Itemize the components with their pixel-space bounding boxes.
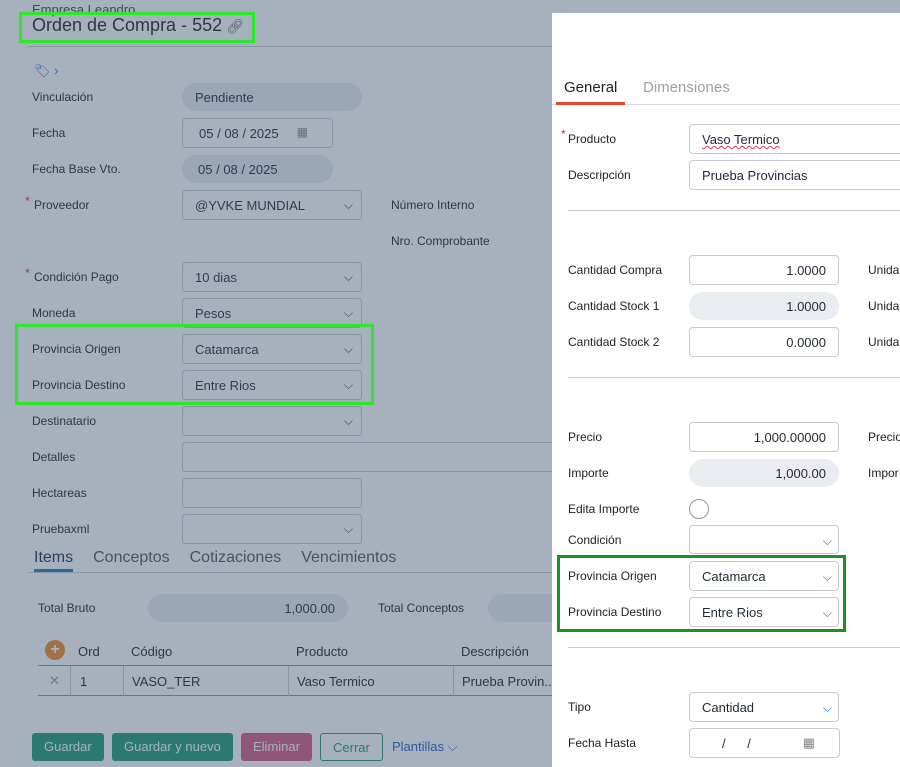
- cantidad-stock2-input[interactable]: 0.0000: [689, 327, 839, 357]
- descripcion-label: Descripción: [568, 168, 631, 182]
- title-highlight: [19, 12, 255, 43]
- unidad-label: Unida: [868, 263, 900, 277]
- tipo-label: Tipo: [568, 700, 591, 714]
- fecha-hasta-label: Fecha Hasta: [568, 736, 637, 750]
- section-divider: [568, 210, 900, 211]
- chevron-down-icon[interactable]: ⌵: [823, 534, 832, 549]
- panel-tabs: General Dimensiones: [552, 77, 900, 105]
- importe-right-label: Impor: [868, 466, 899, 480]
- cantidad-stock1-field: 1.0000: [689, 292, 839, 320]
- edita-importe-toggle[interactable]: [689, 499, 709, 519]
- producto-value[interactable]: Vaso Termico: [702, 132, 780, 147]
- condicion-select[interactable]: ⌵: [689, 525, 839, 554]
- tipo-value: Cantidad: [702, 700, 755, 715]
- descripcion-input[interactable]: Prueba Provincias: [689, 160, 900, 190]
- producto-label: Producto: [568, 132, 617, 146]
- panel-provincias-highlight: [557, 555, 846, 632]
- condicion-label: Condición: [568, 533, 622, 547]
- section-divider: [568, 377, 900, 378]
- tab-general[interactable]: General: [556, 79, 626, 105]
- unidad-label: Unida: [868, 299, 900, 313]
- cantidad-compra-input[interactable]: 1.0000: [689, 255, 839, 285]
- importe-field: 1,000.00: [689, 459, 839, 487]
- producto-input[interactable]: Vaso Termico: [689, 124, 900, 154]
- precio-input[interactable]: 1,000.00000: [689, 422, 839, 452]
- item-detail-panel: General Dimensiones * Producto Vaso Term…: [552, 13, 900, 767]
- tab-dimensiones[interactable]: Dimensiones: [643, 79, 730, 96]
- tipo-select[interactable]: Cantidad ⌵: [689, 692, 839, 722]
- importe-label: Importe: [568, 466, 609, 480]
- section-divider: [568, 647, 900, 648]
- required-mark: *: [561, 127, 566, 141]
- cantidad-compra-label: Cantidad Compra: [568, 263, 663, 277]
- date-separator: /: [722, 736, 726, 751]
- fecha-hasta-input[interactable]: / / ▦: [689, 728, 840, 758]
- edita-importe-label: Edita Importe: [568, 502, 640, 516]
- provincias-highlight: [15, 324, 374, 405]
- precio-label: Precio: [568, 430, 603, 444]
- precio-right-label: Precio: [868, 430, 900, 444]
- cantidad-stock2-label: Cantidad Stock 2: [568, 335, 660, 349]
- chevron-down-icon[interactable]: ⌵: [823, 701, 832, 716]
- cantidad-stock1-label: Cantidad Stock 1: [568, 299, 660, 313]
- date-separator: /: [747, 736, 751, 751]
- calendar-icon[interactable]: ▦: [803, 735, 815, 751]
- unidad-label: Unida: [868, 335, 900, 349]
